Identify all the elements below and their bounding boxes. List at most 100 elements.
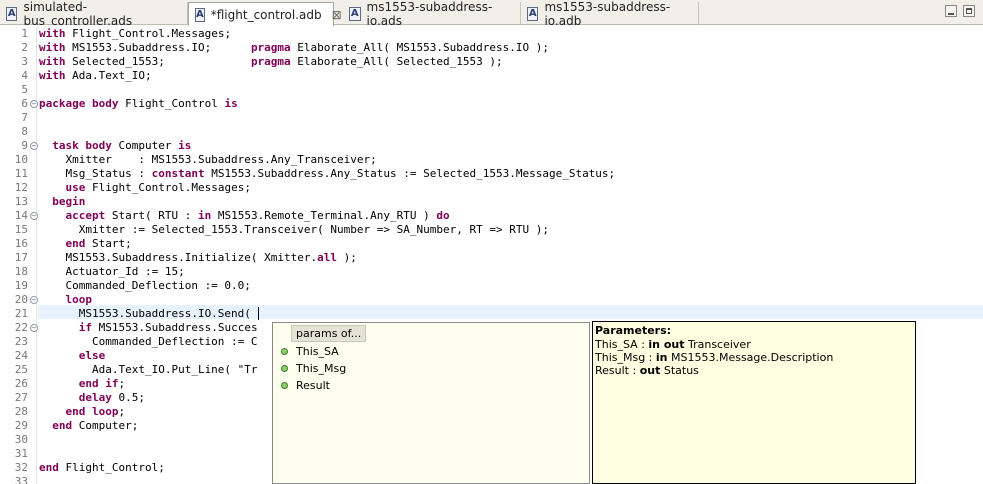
line-number: 19 <box>14 279 28 292</box>
line-number: 22 <box>14 321 28 334</box>
param-type: MS1553.Message.Description <box>667 351 834 364</box>
proposals-header: params of... <box>291 325 367 342</box>
keyword: pragma <box>250 55 291 68</box>
line-number: 7 <box>21 111 28 124</box>
line-number: 25 <box>14 363 28 376</box>
line-number: 2 <box>21 41 28 54</box>
param-name: This_Msg <box>595 351 646 364</box>
line-number: 29 <box>14 419 28 432</box>
line-number: 14 <box>14 209 28 222</box>
code-line[interactable]: 17 MS1553.Subaddress.Initialize( Xmitter… <box>0 251 983 265</box>
fold-toggle-icon[interactable]: − <box>30 296 38 304</box>
keyword: begin <box>52 195 86 208</box>
line-number: 12 <box>14 181 28 194</box>
fold-toggle-icon[interactable]: − <box>30 212 38 220</box>
line-number: 5 <box>21 83 28 96</box>
minimize-icon[interactable] <box>945 5 957 17</box>
ada-file-icon: A <box>349 6 361 21</box>
ada-file-icon: A <box>6 6 18 21</box>
tab-label: *flight_control.adb <box>210 7 322 22</box>
code-text: accept Start( RTU : in MS1553.Remote_Ter… <box>65 209 450 222</box>
keyword: with <box>39 27 66 40</box>
keyword: else <box>78 349 106 362</box>
keyword: loop <box>65 293 93 306</box>
proposal-item[interactable]: This_SA <box>281 343 339 359</box>
code-line[interactable]: 19 Commanded_Deflection := 0.0; <box>0 279 983 293</box>
param-mode: in out <box>648 338 685 351</box>
tab-simulated-bus-controller[interactable]: A simulated-bus_controller.ads <box>0 0 188 28</box>
tab-flight-control[interactable]: A *flight_control.adb ⊠ <box>188 2 342 26</box>
keyword: delay <box>78 391 112 404</box>
ada-file-icon: A <box>527 6 539 21</box>
line-number: 15 <box>14 223 28 236</box>
code-text: MS1553.Subaddress.IO.Send( <box>39 307 259 320</box>
line-number: 9 <box>21 139 28 152</box>
fold-toggle-icon[interactable]: − <box>30 100 38 108</box>
keyword: pragma <box>250 41 291 54</box>
proposal-item[interactable]: Result <box>281 377 330 393</box>
code-line[interactable]: 12 use Flight_Control.Messages; <box>0 181 983 195</box>
tab-label: simulated-bus_controller.ads <box>23 0 133 28</box>
keyword: all <box>317 251 338 264</box>
tab-ms1553-subaddress-io-adb[interactable]: A ms1553-subaddress-io.adb <box>521 0 699 28</box>
code-line[interactable]: 18 Actuator_Id := 15; <box>0 265 983 279</box>
code-text: Msg_Status : constant MS1553.Subaddress.… <box>39 167 616 180</box>
proposal-item[interactable]: This_Msg <box>281 360 346 376</box>
keyword: end if <box>78 377 119 390</box>
fold-toggle-icon[interactable]: − <box>30 142 38 150</box>
code-line[interactable]: 20− loop <box>0 293 983 307</box>
parameter-icon <box>281 364 288 372</box>
line-number: 24 <box>14 349 28 362</box>
code-line[interactable]: 9− task body Computer is <box>0 139 983 153</box>
code-line[interactable]: 11 Msg_Status : constant MS1553.Subaddre… <box>0 167 983 181</box>
code-line[interactable]: 15 Xmitter := Selected_1553.Transceiver(… <box>0 223 983 237</box>
code-text: with Flight_Control.Messages; <box>39 27 232 40</box>
code-text: Xmitter := Selected_1553.Transceiver( Nu… <box>39 223 549 236</box>
code-line[interactable]: 3 with Selected_1553; pragma Elaborate_Al… <box>0 55 983 69</box>
tab-ms1553-subaddress-io-ads[interactable]: A ms1553-subaddress-io.ads <box>343 0 521 28</box>
keyword: constant <box>151 167 205 180</box>
line-number: 13 <box>14 195 28 208</box>
line-number: 17 <box>14 251 28 264</box>
code-line[interactable]: 8 <box>0 125 983 139</box>
code-line[interactable]: 10 Xmitter : MS1553.Subaddress.Any_Trans… <box>0 153 983 167</box>
code-line[interactable]: 13 begin <box>0 195 983 209</box>
code-text: with MS1553.Subaddress.IO; pragma Elabor… <box>39 41 549 54</box>
parameter-icon <box>281 347 288 355</box>
code-text: else <box>39 349 106 363</box>
code-text: use Flight_Control.Messages; <box>65 181 251 194</box>
keyword: end <box>39 461 59 474</box>
keyword: in <box>197 209 212 222</box>
code-line[interactable]: 4 with Ada.Text_IO; <box>0 69 983 83</box>
code-line[interactable]: 6− package body Flight_Control is <box>0 97 983 111</box>
keyword: with <box>39 55 66 68</box>
fold-toggle-icon[interactable]: − <box>30 324 38 332</box>
parameters-title: Parameters: <box>595 324 672 337</box>
line-number: 11 <box>14 167 28 180</box>
keyword: with <box>39 69 66 82</box>
code-text: end Flight_Control; <box>39 461 165 474</box>
code-line[interactable]: 1 with Flight_Control.Messages; <box>0 27 983 41</box>
code-line[interactable]: 14− accept Start( RTU : in MS1553.Remote… <box>0 209 983 223</box>
proposal-label: This_Msg <box>296 361 347 375</box>
code-line[interactable]: 5 <box>0 83 983 97</box>
content-assist-popup[interactable]: params of... This_SA This_Msg Result <box>272 322 590 484</box>
code-line[interactable]: 16 end Start; <box>0 237 983 251</box>
code-line[interactable]: 21 MS1553.Subaddress.IO.Send( <box>0 307 983 321</box>
line-number: 21 <box>14 307 28 320</box>
keyword: end <box>65 237 86 250</box>
line-number: 27 <box>14 391 28 404</box>
code-text: loop <box>39 293 93 307</box>
code-line[interactable]: 2 with MS1553.Subaddress.IO; pragma Elabo… <box>0 41 983 55</box>
close-icon[interactable]: ⊠ <box>332 9 342 21</box>
text-caret <box>257 307 259 320</box>
line-number: 23 <box>14 335 28 348</box>
maximize-icon[interactable] <box>963 5 975 17</box>
keyword: is <box>178 139 192 152</box>
line-number: 33 <box>14 475 28 484</box>
tab-label: ms1553-subaddress-io.ads <box>366 0 493 28</box>
line-number: 20 <box>14 293 28 306</box>
code-text: Xmitter : MS1553.Subaddress.Any_Transcei… <box>39 153 377 166</box>
line-number: 6 <box>21 97 28 110</box>
code-line[interactable]: 7 <box>0 111 983 125</box>
